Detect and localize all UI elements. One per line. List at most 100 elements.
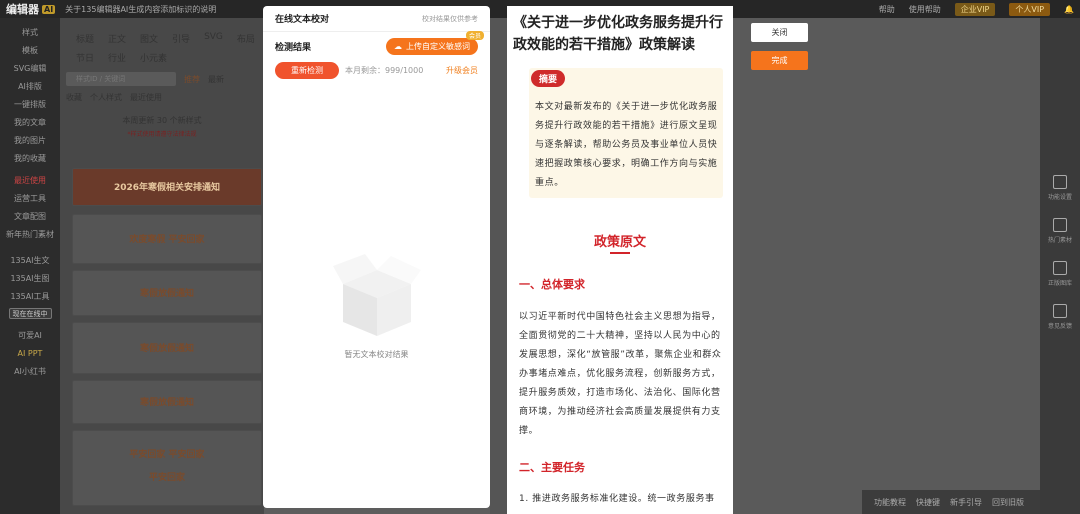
link-personal-styles[interactable]: 个人样式 xyxy=(90,92,122,103)
tab-body[interactable]: 正文 xyxy=(108,32,126,45)
logo-text: 编辑器 xyxy=(6,3,39,16)
card-text: 寒假放假通知 xyxy=(139,289,194,299)
close-button[interactable]: 关闭 xyxy=(751,23,808,42)
done-button[interactable]: 完成 xyxy=(751,51,808,70)
sidebar-item-recent[interactable]: 最近使用 xyxy=(0,172,60,190)
card-text: 平安回家 平安回家 xyxy=(129,450,205,460)
sidebar-item-favorites[interactable]: 我的收藏 xyxy=(0,150,60,168)
enterprise-vip-button[interactable]: 企业VIP xyxy=(954,2,996,16)
tab-elements[interactable]: 小元素 xyxy=(140,51,167,64)
tutorial-link[interactable]: 功能教程 xyxy=(874,497,906,508)
update-notice: 本周更新 30 个新样式 xyxy=(122,116,202,125)
sidebar-item-templates[interactable]: 模板 xyxy=(0,42,60,60)
link-recent[interactable]: 最近使用 xyxy=(130,92,162,103)
card-text: 寒假放假通知 xyxy=(139,398,194,408)
editor-right-area xyxy=(733,18,1040,514)
recheck-button[interactable]: 重新检测 xyxy=(275,61,339,79)
checker-title: 在线文本校对 xyxy=(275,15,330,25)
result-label: 检测结果 xyxy=(275,42,312,53)
style-card[interactable]: 2026年寒假相关安排通知 xyxy=(72,168,262,206)
feedback-tool[interactable]: 意见反馈 xyxy=(1045,304,1075,330)
sidebar-item-ai-text[interactable]: 135AI生文 xyxy=(0,252,60,270)
gallery-tool[interactable]: 正版图库 xyxy=(1045,261,1075,287)
bottom-bar: 功能教程 快捷键 新手引导 回到旧版 xyxy=(862,490,1040,514)
style-card[interactable]: 寒假放假通知 xyxy=(72,380,262,424)
settings-icon xyxy=(1053,175,1067,189)
style-search-input[interactable]: 样式ID / 关键词 xyxy=(66,72,176,86)
upload-label: 上传自定义敏感词 xyxy=(406,41,470,51)
editor-strip xyxy=(490,18,507,514)
usage-help-link[interactable]: 使用帮助 xyxy=(909,4,941,15)
tab-imagetext[interactable]: 图文 xyxy=(140,32,158,45)
feedback-icon xyxy=(1053,304,1067,318)
sidebar-item-illustrations[interactable]: 文章配图 xyxy=(0,208,60,226)
bell-icon[interactable]: 🔔 xyxy=(1064,5,1074,14)
sidebar-item-ai-tools[interactable]: 135AI工具 xyxy=(0,288,60,306)
tool-label: 功能设置 xyxy=(1047,194,1072,201)
sidebar-item-images[interactable]: 我的图片 xyxy=(0,132,60,150)
category-tabs: 标题 正文 图文 引导 SVG 布局 xyxy=(60,18,264,45)
summary-tag: 摘要 xyxy=(531,70,566,87)
sidebar-item-ai-ppt[interactable]: AI PPT xyxy=(0,345,60,363)
card-text: 平安回家 xyxy=(148,473,185,483)
tab-svg[interactable]: SVG xyxy=(204,32,223,45)
filter-recommend[interactable]: 推荐 xyxy=(184,74,200,85)
shortcut-link[interactable]: 快捷键 xyxy=(916,497,940,508)
tab-festival[interactable]: 节日 xyxy=(76,51,94,64)
filter-latest[interactable]: 最新 xyxy=(208,74,224,85)
document-title: 《关于进一步优化政务服务提升行政效能的若干措施》政策解读 xyxy=(513,15,723,53)
tool-label: 热门素材 xyxy=(1047,237,1072,244)
left-sidebar: 样式 模板 SVG编辑 AI排版 一键排版 我的文章 我的图片 我的收藏 最近使… xyxy=(0,18,60,514)
sidebar-item-ops-tools[interactable]: 运营工具 xyxy=(0,190,60,208)
style-card[interactable]: 欢度寒假 平安回家 xyxy=(72,214,262,264)
style-card[interactable]: 寒假放假通知 xyxy=(72,270,262,316)
original-text-title: 政策原文 xyxy=(593,235,646,250)
sidebar-item-cute-ai[interactable]: 可爱AI xyxy=(0,327,60,345)
empty-box-icon xyxy=(333,254,421,336)
logo-badge: AI xyxy=(42,4,56,14)
style-card[interactable]: 平安回家 平安回家 平安回家 xyxy=(72,430,262,506)
fire-icon xyxy=(1053,218,1067,232)
tab-title[interactable]: 标题 xyxy=(76,32,94,45)
sidebar-item-ai-image[interactable]: 135AI生图 xyxy=(0,270,60,288)
logo[interactable]: 编辑器 AI xyxy=(6,1,56,17)
hot-material-tool[interactable]: 热门素材 xyxy=(1045,218,1075,244)
card-text: 寒假放假通知 xyxy=(139,344,194,354)
upgrade-member-link[interactable]: 升级会员 xyxy=(446,65,478,76)
old-version-link[interactable]: 回到旧版 xyxy=(992,497,1024,508)
notice-link[interactable]: 关于135编辑器AI生成内容添加标识的说明 xyxy=(65,4,216,15)
sidebar-item-ai-xhs[interactable]: AI小红书 xyxy=(0,363,60,381)
checker-note: 校对结果仅供参考 xyxy=(422,14,478,23)
member-badge: 会员 xyxy=(465,30,484,40)
update-notice-2: *样式使用请遵守法律法规 xyxy=(127,131,197,138)
help-link[interactable]: 帮助 xyxy=(879,4,895,15)
personal-vip-button[interactable]: 个人VIP xyxy=(1009,2,1051,16)
tab-guide[interactable]: 引导 xyxy=(172,32,190,45)
tool-label: 正版图库 xyxy=(1047,280,1072,287)
sidebar-item-ai-layout[interactable]: AI排版 xyxy=(0,78,60,96)
style-card[interactable]: 寒假放假通知 xyxy=(72,322,262,374)
section-heading: 一、总体要求 xyxy=(519,278,585,291)
cloud-upload-icon: ☁ xyxy=(394,41,402,51)
sidebar-item-articles[interactable]: 我的文章 xyxy=(0,114,60,132)
sidebar-item-svg[interactable]: SVG编辑 xyxy=(0,60,60,78)
sidebar-item-newyear[interactable]: 新年热门素材 xyxy=(0,226,60,244)
document-preview: 《关于进一步优化政务服务提升行政效能的若干措施》政策解读 摘要 本文对最新发布的… xyxy=(507,6,733,514)
upload-sensitive-words-button[interactable]: ☁ 上传自定义敏感词 会员 xyxy=(386,30,484,55)
tab-layout[interactable]: 布局 xyxy=(237,32,255,45)
summary-text: 本文对最新发布的《关于进一步优化政务服务提升行政效能的若干措施》进行原文呈现与逐… xyxy=(535,102,718,188)
tool-label: 意见反馈 xyxy=(1047,323,1072,330)
card-text: 2026年寒假相关安排通知 xyxy=(113,183,221,193)
tab-industry[interactable]: 行业 xyxy=(108,51,126,64)
sidebar-item-styles[interactable]: 样式 xyxy=(0,24,60,42)
style-panel: 标题 正文 图文 引导 SVG 布局 节日 行业 小元素 样式ID / 关键词 … xyxy=(60,18,264,514)
empty-result-text: 暂无文本校对结果 xyxy=(344,350,409,359)
section-paragraph: 以习近平新时代中国特色社会主义思想为指导，全面贯彻党的二十大精神，坚持以人民为中… xyxy=(519,312,722,436)
sidebar-item-one-click[interactable]: 一键排版 xyxy=(0,96,60,114)
remaining-quota: 本月剩余：999/1000 xyxy=(345,65,424,75)
link-favorites[interactable]: 收藏 xyxy=(66,92,82,103)
image-icon xyxy=(1053,261,1067,275)
guide-link[interactable]: 新手引导 xyxy=(950,497,982,508)
card-text: 欢度寒假 平安回家 xyxy=(129,235,205,245)
settings-tool[interactable]: 功能设置 xyxy=(1045,175,1075,201)
